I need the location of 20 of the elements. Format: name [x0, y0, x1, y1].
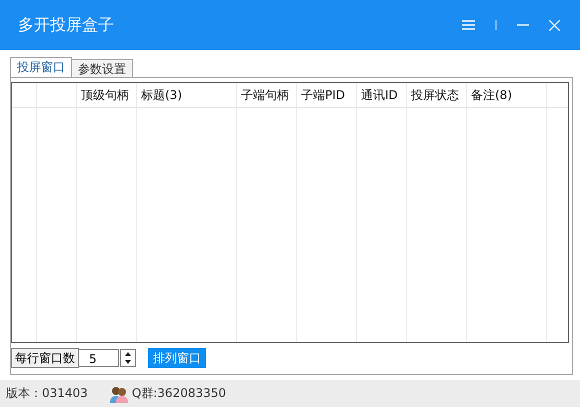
users-icon — [110, 384, 128, 402]
column-header[interactable]: 备注(8) — [467, 83, 547, 107]
column-header[interactable]: 通讯ID — [357, 83, 407, 107]
column-header[interactable]: 标题(3) — [137, 83, 237, 107]
column-header[interactable]: 子端句柄 — [237, 83, 297, 107]
column-header[interactable]: 子端PID — [297, 83, 357, 107]
spinner-buttons[interactable] — [120, 349, 136, 367]
column-header[interactable]: 投屏状态 — [407, 83, 467, 107]
column-header[interactable]: 顶级句柄 — [77, 83, 137, 107]
menu-icon[interactable] — [462, 20, 475, 30]
minimize-icon[interactable] — [517, 24, 529, 26]
divider-icon — [495, 20, 497, 30]
window-title: 多开投屏盒子 — [18, 14, 114, 36]
close-icon[interactable] — [549, 20, 560, 30]
number-field[interactable]: 5 — [79, 349, 119, 367]
version-text: 版本：031403 — [6, 385, 88, 402]
tab[interactable]: 投屏窗口 — [10, 57, 72, 77]
tab[interactable]: 参数设置 — [71, 59, 133, 77]
field-label: 每行窗口数 — [11, 348, 79, 368]
qq-group-text: Q群:362083350 — [132, 385, 226, 402]
